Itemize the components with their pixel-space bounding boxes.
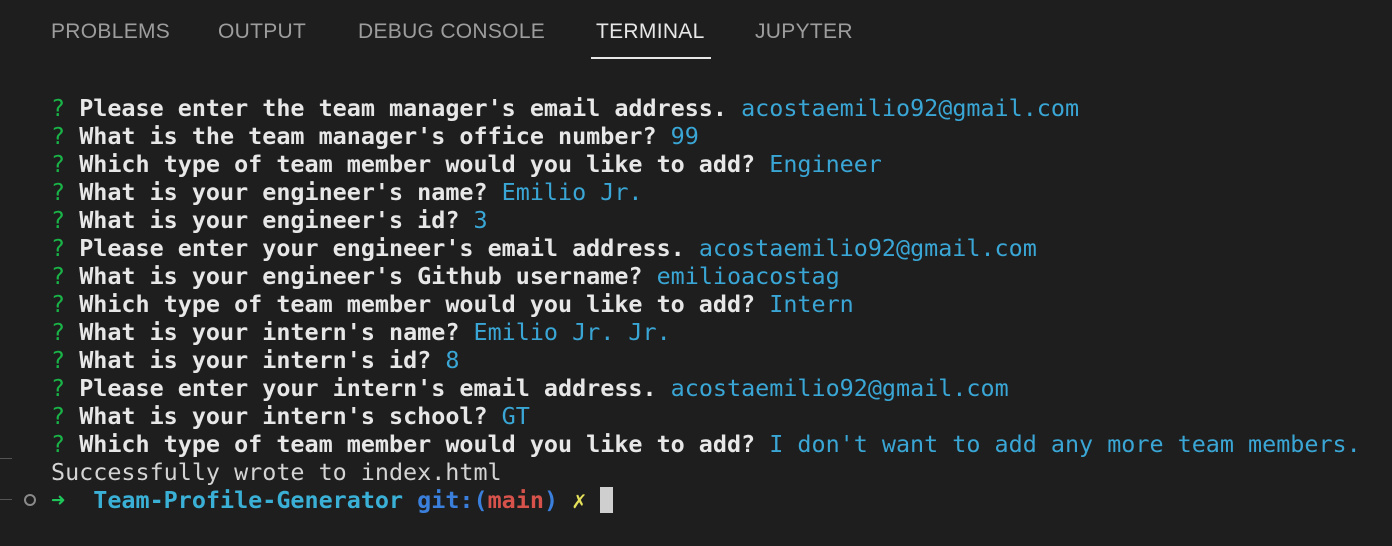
answer-text: 8 (445, 346, 460, 374)
git-prefix: git:( (417, 486, 488, 514)
tab-debug-console[interactable]: DEBUG CONSOLE (358, 20, 545, 44)
terminal-line: ? What is your engineer's name? Emilio J… (51, 178, 643, 206)
question-mark: ? (51, 374, 66, 402)
answer-text: Emilio Jr. (501, 178, 643, 206)
shell-prompt-line: ➜ Team-Profile-Generator git:(main) ✗ (51, 486, 614, 514)
question-mark: ? (51, 262, 66, 290)
question-mark: ? (51, 122, 66, 150)
tab-problems[interactable]: PROBLEMS (51, 20, 170, 44)
question-mark: ? (51, 402, 66, 430)
prompt-text: What is your engineer's name? (79, 178, 488, 206)
answer-text: Intern (769, 290, 854, 318)
prompt-text: What is your engineer's id? (79, 206, 460, 234)
answer-text: 3 (473, 206, 488, 234)
terminal-line: ? What is your intern's school? GT (51, 402, 530, 430)
question-mark: ? (51, 430, 66, 458)
prompt-text: What is your intern's name? (79, 318, 460, 346)
terminal-panel: PROBLEMS OUTPUT DEBUG CONSOLE TERMINAL J… (0, 0, 1392, 546)
question-mark: ? (51, 346, 66, 374)
tab-terminal[interactable]: TERMINAL (596, 20, 705, 44)
question-mark: ? (51, 206, 66, 234)
terminal-line: ? Please enter your intern's email addre… (51, 374, 1009, 402)
panel-tab-bar: PROBLEMS OUTPUT DEBUG CONSOLE TERMINAL J… (0, 0, 1392, 66)
prompt-arrow-icon: ➜ (51, 486, 66, 514)
prompt-text: Please enter the team manager's email ad… (79, 94, 727, 122)
answer-text: acostaemilio92@gmail.com (741, 94, 1080, 122)
prompt-text: Which type of team member would you like… (79, 290, 756, 318)
terminal-line: ? Which type of team member would you li… (51, 150, 882, 178)
terminal-line: ? Which type of team member would you li… (51, 430, 1361, 458)
answer-text: acostaemilio92@gmail.com (670, 374, 1009, 402)
terminal-line: ? What is your intern's id? 8 (51, 346, 459, 374)
command-separator (0, 458, 12, 459)
question-mark: ? (51, 178, 66, 206)
terminal-line: ? Please enter your engineer's email add… (51, 234, 1037, 262)
question-mark: ? (51, 94, 66, 122)
terminal-line: ? What is your intern's name? Emilio Jr.… (51, 318, 671, 346)
prompt-text: Please enter your engineer's email addre… (79, 234, 685, 262)
question-mark: ? (51, 290, 66, 318)
question-mark: ? (51, 234, 66, 262)
prompt-text: Which type of team member would you like… (79, 430, 756, 458)
tab-jupyter[interactable]: JUPYTER (755, 20, 853, 44)
terminal-line: ? What is your engineer's id? 3 (51, 206, 488, 234)
terminal-line: ? Which type of team member would you li… (51, 290, 854, 318)
terminal-line: ? Please enter the team manager's email … (51, 94, 1079, 122)
git-branch: main (487, 486, 544, 514)
prompt-text: Please enter your intern's email address… (79, 374, 657, 402)
terminal-cursor[interactable] (600, 487, 614, 513)
prompt-text: What is your intern's id? (79, 346, 432, 374)
prompt-text: Which type of team member would you like… (79, 150, 756, 178)
answer-text: emilioacostag (656, 262, 840, 290)
active-tab-indicator (591, 57, 711, 59)
git-suffix: ) (543, 486, 559, 514)
question-mark: ? (51, 150, 66, 178)
question-mark: ? (51, 318, 66, 346)
prompt-text: What is your engineer's Github username? (79, 262, 643, 290)
answer-text: acostaemilio92@gmail.com (698, 234, 1037, 262)
answer-text: GT (501, 402, 530, 430)
gutter-line (0, 499, 12, 500)
current-directory: Team-Profile-Generator (93, 486, 404, 514)
success-output: Successfully wrote to index.html (51, 458, 502, 486)
prompt-text: What is the team manager's office number… (79, 122, 657, 150)
terminal-line: ? What is your engineer's Github usernam… (51, 262, 840, 290)
answer-text: I don't want to add any more team member… (769, 430, 1361, 458)
answer-text: 99 (670, 122, 699, 150)
command-decoration-icon[interactable] (24, 494, 36, 506)
prompt-text: What is your intern's school? (79, 402, 488, 430)
terminal-line: ? What is the team manager's office numb… (51, 122, 699, 150)
answer-text: Engineer (769, 150, 882, 178)
tab-output[interactable]: OUTPUT (218, 20, 306, 44)
dirty-mark-icon: ✗ (572, 486, 587, 514)
answer-text: Emilio Jr. Jr. (473, 318, 671, 346)
